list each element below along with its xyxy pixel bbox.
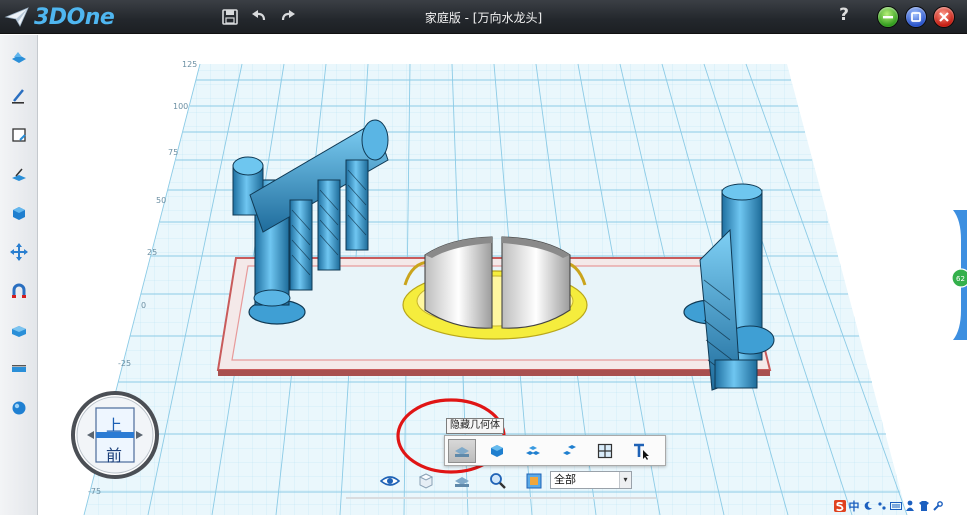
undo-icon bbox=[252, 10, 266, 21]
show-geometry-button[interactable] bbox=[483, 439, 511, 463]
title-bar: 3DOne 家庭版 - [万向水龙头] ? bbox=[0, 0, 967, 34]
zoom-button[interactable] bbox=[487, 470, 509, 492]
axis-label-50: 50 bbox=[156, 196, 166, 205]
text-icon bbox=[634, 443, 649, 460]
axis-label-125: 125 bbox=[182, 60, 197, 69]
right-side-tab[interactable]: 62 bbox=[947, 210, 967, 340]
ime-tray: 中 bbox=[834, 498, 964, 514]
auto-snap-button[interactable] bbox=[7, 318, 31, 342]
feature-button[interactable] bbox=[7, 162, 31, 186]
maximize-button[interactable] bbox=[905, 6, 927, 28]
hide-geometry-icon bbox=[455, 477, 469, 487]
sketch-icon bbox=[12, 89, 24, 104]
hide-selected-icon bbox=[563, 445, 576, 455]
visibility-popup-toolbar bbox=[444, 435, 666, 466]
expand-panel-icon: 62 bbox=[951, 210, 967, 340]
punctuation-icon[interactable] bbox=[876, 499, 888, 513]
left-toolbar bbox=[0, 35, 38, 515]
minimize-button[interactable] bbox=[877, 6, 899, 28]
grid-button[interactable] bbox=[591, 439, 619, 463]
text-button[interactable] bbox=[627, 439, 655, 463]
maximize-icon bbox=[911, 12, 921, 22]
bottom-toolbar: 全部 ▾ bbox=[346, 466, 656, 498]
minimize-icon bbox=[883, 16, 893, 19]
hide-selected-button[interactable] bbox=[555, 439, 583, 463]
keyboard-icon[interactable] bbox=[890, 499, 902, 513]
special-feature-icon bbox=[13, 207, 25, 220]
feature-icon bbox=[12, 168, 26, 181]
help-button[interactable]: ? bbox=[835, 5, 853, 25]
redo-button[interactable] bbox=[276, 5, 300, 29]
axis-label-0: 0 bbox=[141, 301, 146, 310]
display-button[interactable] bbox=[379, 470, 401, 492]
view-cube-top-label[interactable]: 上 bbox=[106, 412, 122, 436]
hide-geometry-button[interactable] bbox=[448, 439, 476, 463]
special-feature-button[interactable] bbox=[7, 201, 31, 225]
axis-label-minus-75: -75 bbox=[88, 487, 101, 496]
grid-icon bbox=[597, 443, 613, 459]
filter-select-value: 全部 bbox=[554, 473, 576, 486]
distance-measure-icon bbox=[12, 365, 26, 372]
basic-solid-button[interactable] bbox=[7, 45, 31, 69]
skin-icon[interactable] bbox=[918, 499, 930, 513]
sketch-edit-icon bbox=[12, 128, 26, 142]
view-button[interactable] bbox=[415, 470, 437, 492]
filter-select[interactable]: 全部 ▾ bbox=[550, 471, 632, 489]
basic-edit-icon bbox=[10, 243, 28, 261]
cup-right-half[interactable] bbox=[501, 236, 571, 329]
distance-measure-button[interactable] bbox=[7, 357, 31, 381]
moon-icon[interactable] bbox=[862, 499, 874, 513]
sketch-edit-button[interactable] bbox=[7, 123, 31, 147]
app-logo: 3DOne bbox=[4, 3, 115, 31]
material-render-button[interactable] bbox=[7, 396, 31, 420]
view-icon bbox=[418, 473, 434, 489]
sogou-logo-icon[interactable] bbox=[834, 499, 846, 513]
svg-text:62: 62 bbox=[956, 275, 965, 283]
show-geometry-icon bbox=[491, 445, 503, 457]
auto-snap-icon bbox=[12, 326, 26, 337]
undo-button[interactable] bbox=[247, 5, 271, 29]
ime-mode-label[interactable]: 中 bbox=[848, 499, 860, 513]
app-logo-text: 3DOne bbox=[34, 4, 115, 30]
hide-geometry-icon bbox=[455, 447, 469, 457]
chevron-down-icon[interactable]: ▾ bbox=[619, 472, 631, 488]
close-icon bbox=[939, 12, 949, 22]
redo-icon bbox=[281, 10, 295, 21]
save-icon bbox=[222, 9, 238, 25]
wrench-icon[interactable] bbox=[932, 499, 944, 513]
view-cube[interactable]: 上 前 bbox=[70, 390, 160, 480]
window-title: 家庭版 - [万向水龙头] bbox=[424, 11, 543, 25]
paper-plane-icon bbox=[4, 7, 29, 27]
zoom-icon bbox=[490, 473, 506, 489]
axis-label-25: 25 bbox=[147, 248, 157, 257]
sketch-button[interactable] bbox=[7, 84, 31, 108]
save-button[interactable] bbox=[218, 5, 242, 29]
combine-button[interactable] bbox=[7, 279, 31, 303]
tooltip-hide-geometry: 隐藏几何体 bbox=[446, 418, 504, 434]
view-cube-front-label[interactable]: 前 bbox=[106, 442, 122, 466]
cup-left-half[interactable] bbox=[424, 236, 493, 329]
show-all-icon bbox=[526, 446, 540, 455]
material-render-icon bbox=[12, 401, 26, 415]
axis-label-100: 100 bbox=[173, 102, 188, 111]
axis-label-75: 75 bbox=[168, 148, 178, 157]
show-all-button[interactable] bbox=[519, 439, 547, 463]
render-mode-button[interactable] bbox=[523, 470, 545, 492]
hide-geometry-toolbar-button[interactable] bbox=[451, 470, 473, 492]
axis-label-minus-25: -25 bbox=[118, 359, 131, 368]
close-button[interactable] bbox=[933, 6, 955, 28]
user-icon[interactable] bbox=[904, 499, 916, 513]
bottom-toolbar-underline bbox=[346, 497, 656, 499]
combine-icon bbox=[12, 283, 26, 298]
eye-icon bbox=[380, 476, 400, 486]
basic-solid-icon bbox=[12, 52, 26, 63]
render-mode-icon bbox=[526, 473, 542, 489]
basic-edit-button[interactable] bbox=[7, 240, 31, 264]
